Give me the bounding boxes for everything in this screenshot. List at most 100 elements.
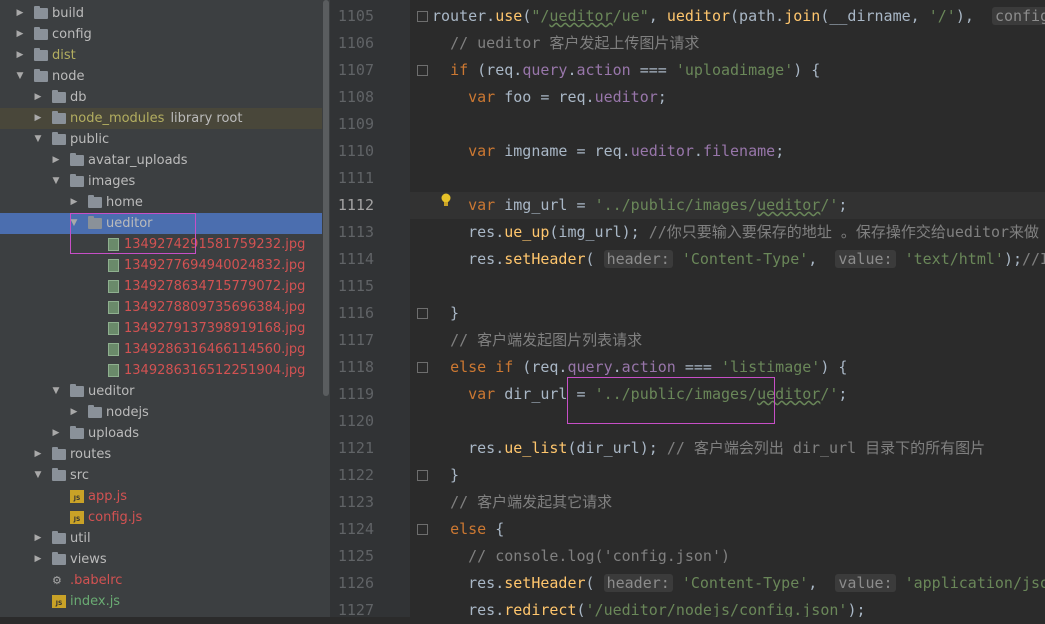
annotation-box-tree (70, 213, 196, 254)
chevron-right-icon[interactable]: ▶ (15, 3, 25, 24)
tree-item[interactable]: ▶ util (0, 528, 322, 549)
chevron-right-icon[interactable]: ▶ (33, 87, 43, 108)
line-number: 1107 (337, 61, 374, 79)
folder-icon (52, 132, 66, 145)
tree-item[interactable]: ▶ home (0, 192, 322, 213)
chevron-down-icon[interactable]: ▼ (33, 465, 43, 486)
chevron-right-icon[interactable]: ▶ (51, 423, 61, 444)
line-number: 1108 (337, 88, 374, 106)
tree-item-label: node (52, 69, 85, 84)
tree-item-label: uploads (88, 426, 140, 441)
tree-item[interactable]: ▼ images (0, 171, 322, 192)
folder-icon (52, 111, 66, 124)
line-number: 1125 (337, 547, 374, 565)
tree-item-label: 1349278634715779072.jpg (124, 279, 306, 294)
tree-item-label: 1349279137398919168.jpg (124, 321, 306, 336)
tree-item[interactable]: ▼ src (0, 465, 322, 486)
code-line[interactable]: if (req.query.action === 'uploadimage') … (432, 57, 820, 84)
chevron-right-icon[interactable]: ▶ (51, 150, 61, 171)
code-line[interactable]: var foo = req.ueditor; (432, 84, 667, 111)
js-file-icon: JS (52, 595, 66, 608)
tree-item[interactable]: ▶ routes (0, 444, 322, 465)
tree-item[interactable]: ⚙ .babelrc (0, 570, 322, 591)
folder-icon (52, 552, 66, 565)
image-file-icon (108, 280, 119, 293)
tree-item[interactable]: 1349286316466114560.jpg (0, 339, 322, 360)
tree-item-label: images (88, 174, 136, 189)
tree-item[interactable]: 1349278809735696384.jpg (0, 297, 322, 318)
tree-item[interactable]: JS config.js (0, 507, 322, 528)
tree-item[interactable]: ▶ views (0, 549, 322, 570)
line-number: 1111 (337, 169, 374, 187)
chevron-right-icon[interactable]: ▶ (33, 444, 43, 465)
chevron-right-icon[interactable]: ▶ (33, 549, 43, 570)
folder-icon (52, 531, 66, 544)
line-number: 1123 (337, 493, 374, 511)
tree-item[interactable]: ▼ node (0, 66, 322, 87)
chevron-down-icon[interactable]: ▼ (51, 171, 61, 192)
tree-item[interactable]: JS index.js (0, 591, 322, 612)
tree-item[interactable]: ▶ config (0, 24, 322, 45)
chevron-down-icon[interactable]: ▼ (51, 381, 61, 402)
tree-item[interactable]: JS app.js (0, 486, 322, 507)
tree-item[interactable]: ▼ public (0, 129, 322, 150)
annotation-box-code (567, 377, 775, 424)
code-line[interactable]: // 客户端发起其它请求 (432, 489, 612, 516)
line-number: 1115 (337, 277, 374, 295)
code-editor[interactable]: router.use("/ueditor/ue", ueditor(path.j… (410, 0, 1045, 617)
code-line[interactable]: else { (432, 516, 504, 543)
code-line[interactable]: // ueditor 客户发起上传图片请求 (432, 30, 699, 57)
image-file-icon (108, 259, 119, 272)
code-line[interactable]: res.ue_up(img_url); //你只要输入要保存的地址 。保存操作交… (432, 219, 1039, 246)
code-line[interactable]: // console.log('config.json') (432, 543, 730, 570)
image-file-icon (108, 322, 119, 335)
chevron-right-icon[interactable]: ▶ (15, 24, 25, 45)
lightbulb-icon[interactable] (441, 193, 451, 207)
line-number: 1126 (337, 574, 374, 592)
code-line[interactable]: res.ue_list(dir_url); // 客户端会列出 dir_url … (432, 435, 985, 462)
code-line[interactable]: res.setHeader( header: 'Content-Type', v… (432, 246, 1045, 273)
code-line[interactable]: router.use("/ueditor/ue", ueditor(path.j… (432, 3, 1045, 30)
tree-item[interactable]: ▶ db (0, 87, 322, 108)
folder-icon (88, 195, 102, 208)
tree-item-label: 1349286316512251904.jpg (124, 363, 306, 378)
tree-item[interactable]: 1349278634715779072.jpg (0, 276, 322, 297)
tree-item[interactable]: ▶ nodejs (0, 402, 322, 423)
tree-item[interactable]: 1349279137398919168.jpg (0, 318, 322, 339)
tree-item[interactable]: 1349277694940024832.jpg (0, 255, 322, 276)
tree-item[interactable]: ▶ uploads (0, 423, 322, 444)
code-line[interactable]: var img_url = '../public/images/ueditor/… (432, 192, 847, 219)
chevron-right-icon[interactable]: ▶ (69, 192, 79, 213)
line-number: 1119 (337, 385, 374, 403)
line-number: 1114 (337, 250, 374, 268)
tree-item-label: app.js (88, 489, 127, 504)
chevron-right-icon[interactable]: ▶ (69, 402, 79, 423)
tree-item[interactable]: 1349286316512251904.jpg (0, 360, 322, 381)
chevron-right-icon[interactable]: ▶ (15, 45, 25, 66)
tree-item[interactable]: ▶ node_modules library root (0, 108, 322, 129)
code-line[interactable]: res.setHeader( header: 'Content-Type', v… (432, 570, 1045, 597)
code-line[interactable]: res.redirect('/ueditor/nodejs/config.jso… (432, 597, 865, 617)
tree-item[interactable]: ▶ build (0, 3, 322, 24)
line-number: 1122 (337, 466, 374, 484)
tree-item[interactable]: ▶ dist (0, 45, 322, 66)
tree-scrollbar-thumb[interactable] (323, 0, 329, 396)
folder-icon (70, 174, 84, 187)
code-line[interactable]: var imgname = req.ueditor.filename; (432, 138, 784, 165)
js-file-icon: JS (70, 511, 84, 524)
code-line[interactable]: } (432, 300, 459, 327)
chevron-right-icon[interactable]: ▶ (33, 108, 43, 129)
code-line[interactable]: } (432, 462, 459, 489)
tree-item-label: index.js (70, 594, 121, 609)
tree-item-label: nodejs (106, 405, 149, 420)
tree-item[interactable]: ▶ avatar_uploads (0, 150, 322, 171)
tree-item-label: node_modules library root (70, 111, 243, 126)
chevron-down-icon[interactable]: ▼ (33, 129, 43, 150)
tree-item[interactable]: ▼ ueditor (0, 381, 322, 402)
tree-item-label: dist (52, 48, 76, 63)
chevron-down-icon[interactable]: ▼ (15, 66, 25, 87)
folder-icon (52, 447, 66, 460)
folder-icon (52, 468, 66, 481)
chevron-right-icon[interactable]: ▶ (33, 528, 43, 549)
code-line[interactable]: // 客户端发起图片列表请求 (432, 327, 642, 354)
